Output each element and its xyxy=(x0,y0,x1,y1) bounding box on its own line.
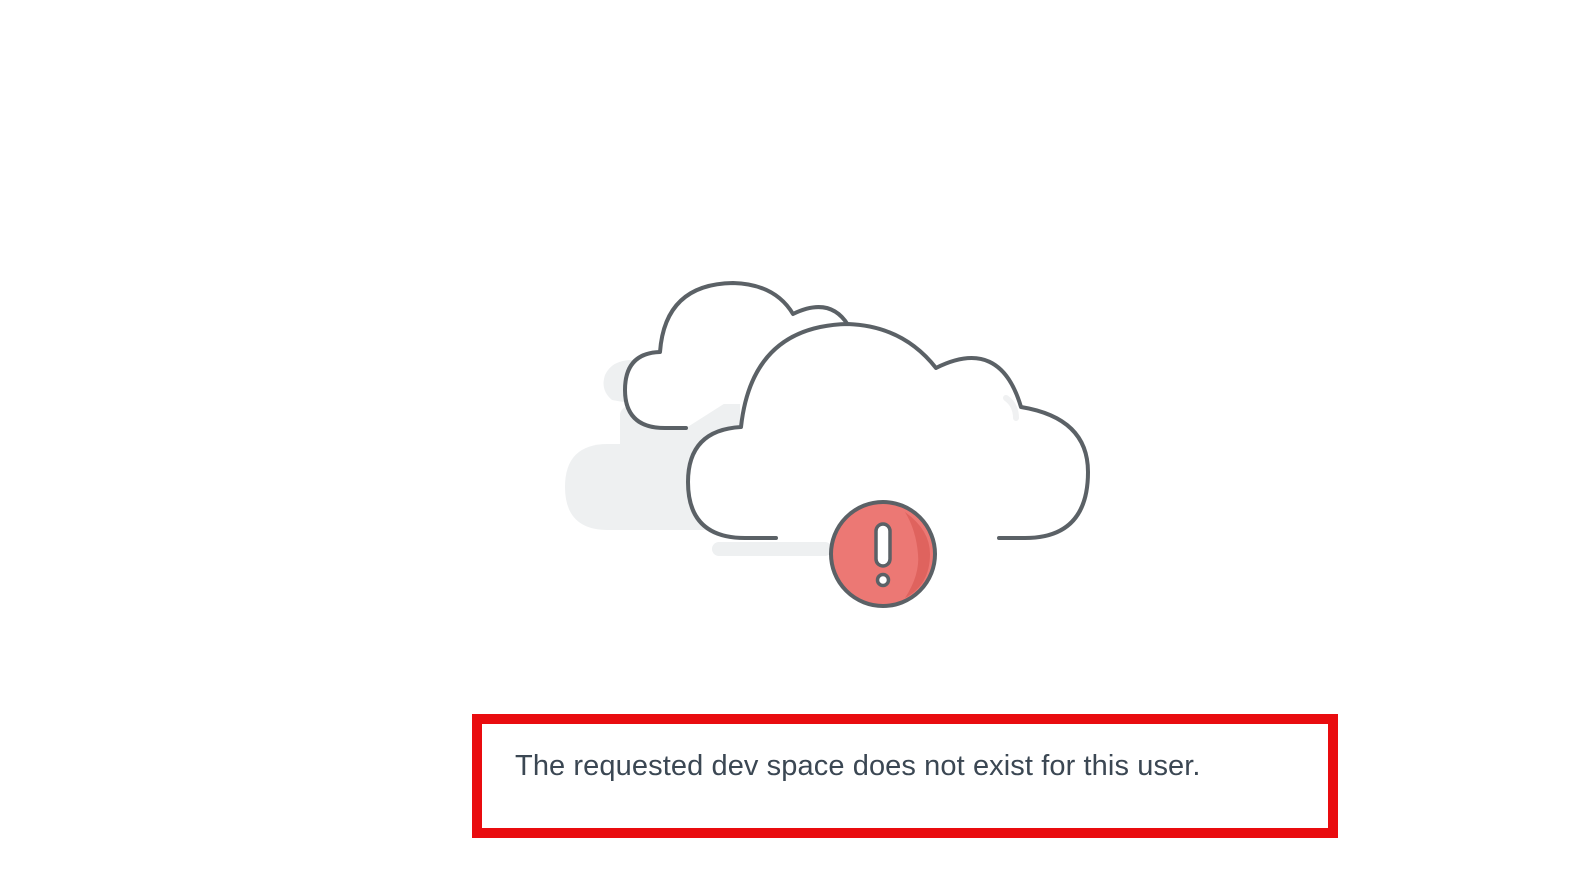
cloud-error-illustration xyxy=(550,270,1110,620)
error-message-text: The requested dev space does not exist f… xyxy=(515,750,1201,782)
cloud-error-icon xyxy=(565,281,1090,608)
error-badge-icon xyxy=(829,500,937,608)
error-page: The requested dev space does not exist f… xyxy=(0,0,1582,880)
error-message-highlight: The requested dev space does not exist f… xyxy=(472,714,1338,838)
